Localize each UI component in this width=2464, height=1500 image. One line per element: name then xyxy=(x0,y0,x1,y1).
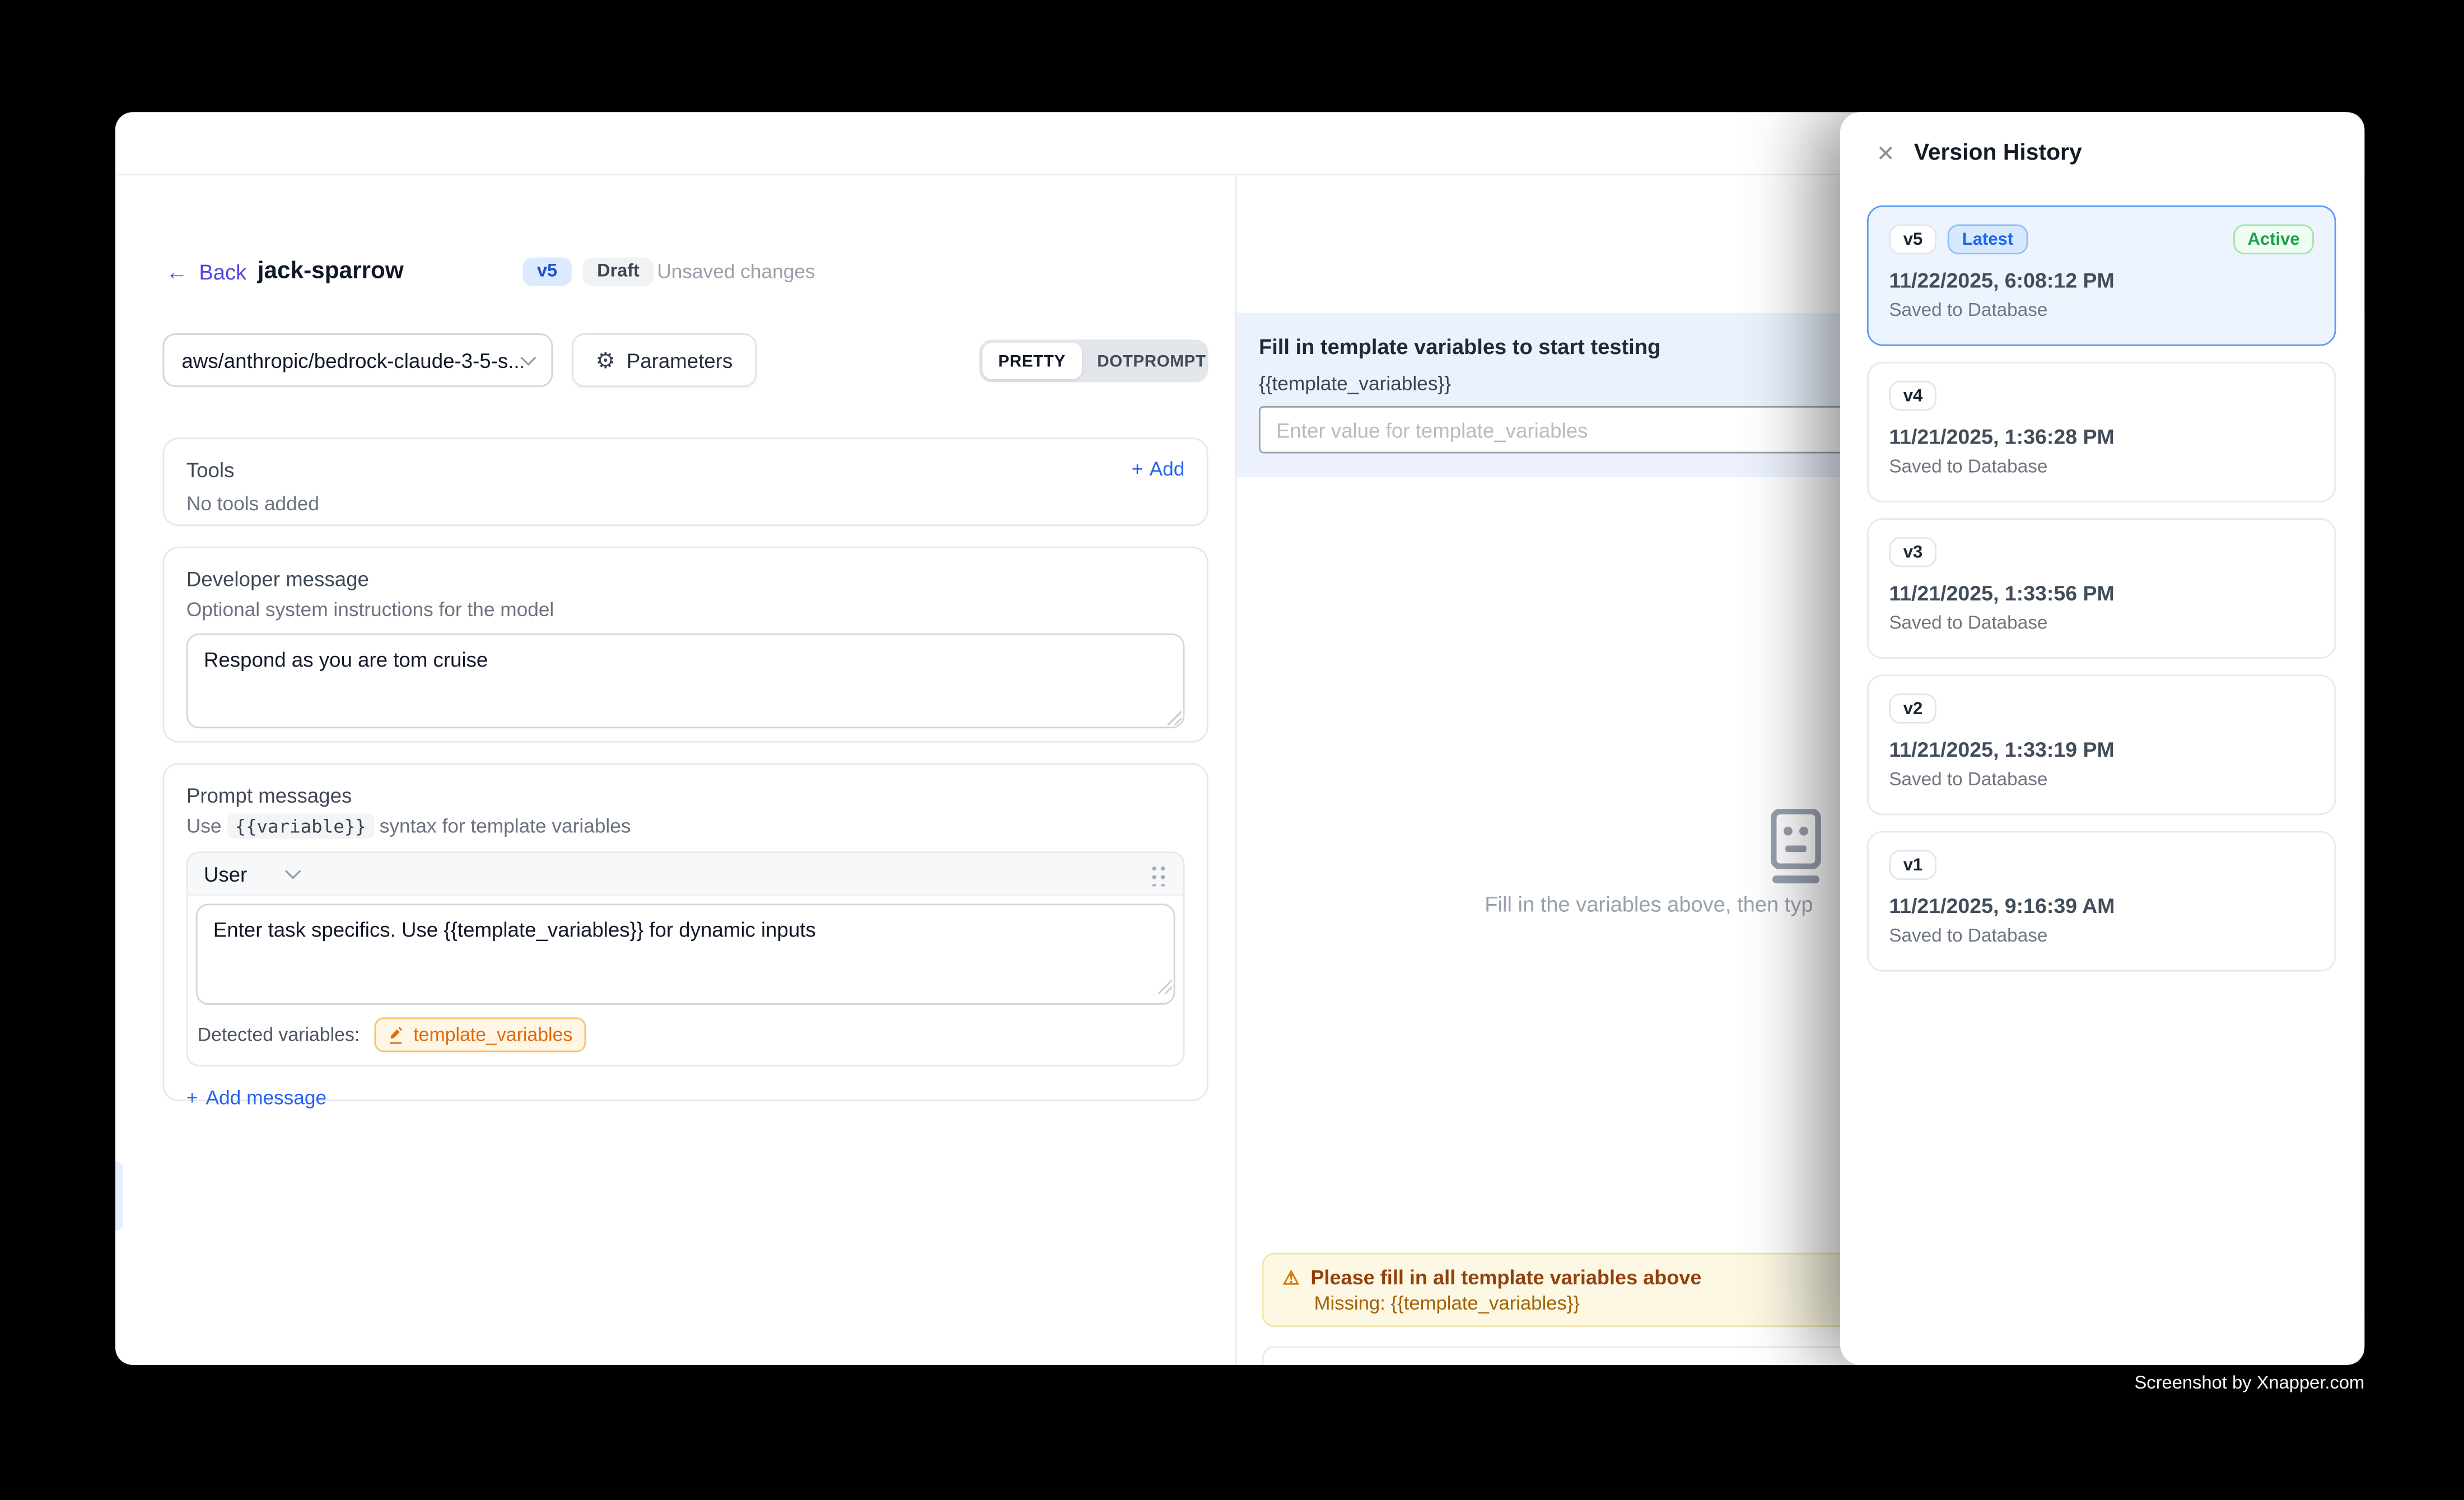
detected-variables-label: Detected variables: xyxy=(198,1024,360,1046)
version-chip: v5 xyxy=(1889,225,1936,255)
version-chip: v3 xyxy=(1889,537,1936,567)
model-select-value: aws/anthropic/bedrock-claude-3-5-s... xyxy=(181,348,522,372)
back-button[interactable]: ← Back xyxy=(166,254,246,289)
role-value: User xyxy=(204,862,247,886)
page-title: jack-sparrow xyxy=(258,253,404,287)
screenshot-stage: ← Back jack-sparrow v5 Draft Unsaved cha… xyxy=(0,0,2464,1500)
message-textarea[interactable]: Enter task specifics. Use {{template_var… xyxy=(196,903,1175,1005)
version-card-v5[interactable]: v5 Latest Active 11/22/2025, 6:08:12 PM … xyxy=(1867,206,2336,346)
version-chip: v1 xyxy=(1889,850,1936,880)
version-timestamp: 11/21/2025, 9:16:39 AM xyxy=(1889,894,2314,917)
message-block: User Enter task specifics. Use {{templat… xyxy=(186,851,1185,1066)
tools-empty-text: No tools added xyxy=(186,493,1185,515)
detected-variables-row: Detected variables: template_variables xyxy=(188,1013,1183,1065)
template-variable-chip[interactable]: template_variables xyxy=(374,1017,587,1052)
version-chip: v2 xyxy=(1889,693,1936,724)
plus-icon: + xyxy=(186,1087,198,1109)
model-select[interactable]: aws/anthropic/bedrock-claude-3-5-s... xyxy=(163,333,553,387)
version-badge: v5 xyxy=(523,258,572,286)
prompt-messages-card: Prompt messages Use {{variable}} syntax … xyxy=(163,763,1208,1101)
add-message-button[interactable]: + Add message xyxy=(186,1087,326,1109)
unsaved-changes-label: Unsaved changes xyxy=(657,254,815,289)
back-label: Back xyxy=(199,260,246,283)
watermark-text: Screenshot by Xnapper.com xyxy=(2134,1373,2364,1394)
latest-chip: Latest xyxy=(1948,225,2027,255)
message-header: User xyxy=(188,853,1183,896)
plus-icon: + xyxy=(1132,458,1144,480)
chevron-down-icon xyxy=(286,863,302,878)
add-tool-label: Add xyxy=(1150,458,1185,480)
version-card-v2[interactable]: v2 11/21/2025, 1:33:19 PM Saved to Datab… xyxy=(1867,674,2336,815)
parameters-label: Parameters xyxy=(627,348,733,372)
template-variable-name: template_variables xyxy=(413,1024,572,1046)
pencil-icon xyxy=(388,1026,405,1044)
empty-state-text: Fill in the variables above, then typ xyxy=(1485,893,1813,916)
version-card-v3[interactable]: v3 11/21/2025, 1:33:56 PM Saved to Datab… xyxy=(1867,518,2336,659)
warning-title: Please fill in all template variables ab… xyxy=(1310,1265,1701,1289)
back-arrow-icon: ← xyxy=(166,259,188,285)
gear-icon: ⚙ xyxy=(596,349,615,371)
active-chip: Active xyxy=(2233,225,2314,255)
developer-message-textarea[interactable]: Respond as you are tom cruise xyxy=(186,633,1185,728)
version-timestamp: 11/22/2025, 6:08:12 PM xyxy=(1889,268,2314,292)
prompt-messages-title: Prompt messages xyxy=(186,784,1185,807)
developer-message-subtitle: Optional system instructions for the mod… xyxy=(186,599,1185,621)
version-timestamp: 11/21/2025, 1:36:28 PM xyxy=(1889,425,2314,449)
hint-suffix: syntax for template variables xyxy=(380,815,631,837)
variable-syntax-chip: {{variable}} xyxy=(227,814,374,839)
version-chip: v4 xyxy=(1889,381,1936,411)
edge-toast-sliver xyxy=(115,1161,123,1231)
version-card-v1[interactable]: v1 11/21/2025, 9:16:39 AM Saved to Datab… xyxy=(1867,831,2336,972)
version-card-v4[interactable]: v4 11/21/2025, 1:36:28 PM Saved to Datab… xyxy=(1867,362,2336,502)
add-message-label: Add message xyxy=(206,1087,327,1109)
role-select[interactable]: User xyxy=(204,862,300,886)
tools-title: Tools xyxy=(186,458,1185,482)
chevron-down-icon xyxy=(520,349,536,365)
bot-icon xyxy=(1764,809,1827,884)
version-status: Saved to Database xyxy=(1889,924,2314,946)
version-timestamp: 11/21/2025, 1:33:19 PM xyxy=(1889,738,2314,761)
version-status: Saved to Database xyxy=(1889,768,2314,790)
developer-message-card: Developer message Optional system instru… xyxy=(163,547,1208,743)
add-tool-button[interactable]: + Add xyxy=(1132,458,1185,480)
tools-card: Tools + Add No tools added xyxy=(163,437,1208,526)
drag-handle-icon[interactable] xyxy=(1150,862,1167,886)
close-icon[interactable]: ✕ xyxy=(1877,142,1895,164)
version-status: Saved to Database xyxy=(1889,299,2314,320)
version-status: Saved to Database xyxy=(1889,612,2314,633)
hint-prefix: Use xyxy=(186,815,222,837)
prompt-messages-subtitle: Use {{variable}} syntax for template var… xyxy=(186,815,1185,837)
version-history-panel: ✕ Version History v5 Latest Active 11/22… xyxy=(1840,112,2364,1365)
warning-icon: ⚠ xyxy=(1282,1268,1299,1287)
version-list: v5 Latest Active 11/22/2025, 6:08:12 PM … xyxy=(1867,206,2336,987)
version-timestamp: 11/21/2025, 1:33:56 PM xyxy=(1889,581,2314,605)
version-history-header: ✕ Version History xyxy=(1840,112,2364,166)
toggle-pretty[interactable]: PRETTY xyxy=(982,343,1081,379)
developer-message-title: Developer message xyxy=(186,567,1185,591)
view-mode-toggle: PRETTY DOTPROMPT xyxy=(979,339,1208,382)
version-history-title: Version History xyxy=(1914,141,2082,166)
version-status: Saved to Database xyxy=(1889,455,2314,477)
parameters-button[interactable]: ⚙ Parameters xyxy=(572,333,757,387)
draft-badge: Draft xyxy=(583,258,654,286)
toggle-dotprompt[interactable]: DOTPROMPT xyxy=(1081,343,1222,379)
